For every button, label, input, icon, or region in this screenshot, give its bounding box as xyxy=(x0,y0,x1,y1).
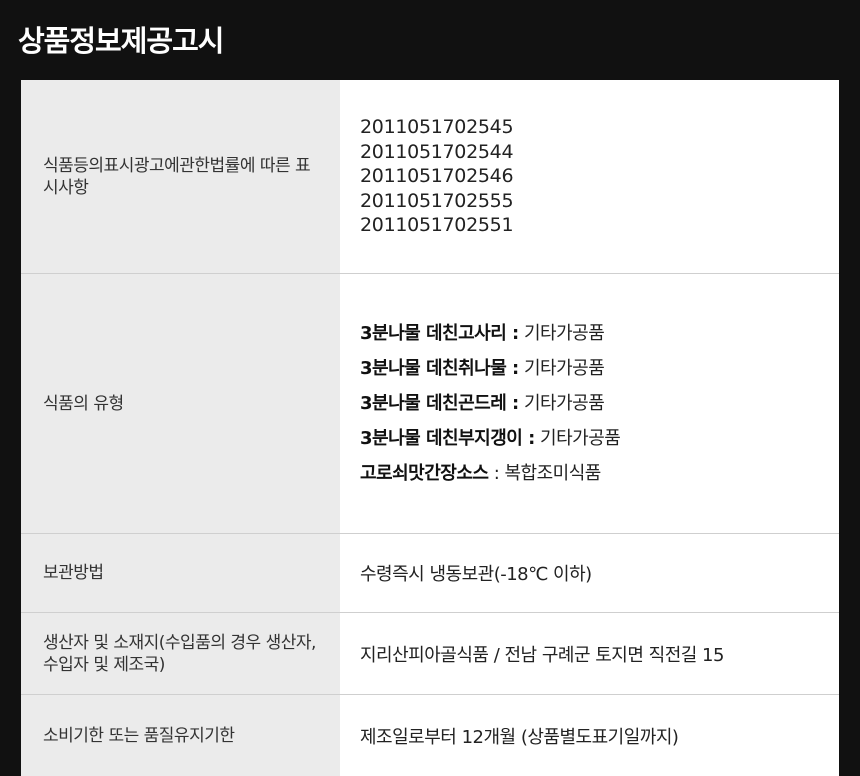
row-value-producer: 지리산피아골식품 / 전남 구례군 토지면 직전길 15 xyxy=(340,613,839,694)
row-value-labeling: 2011051702545 2011051702544 201105170254… xyxy=(340,80,839,273)
product-name: 3분나물 데친곤드레 : xyxy=(360,393,519,414)
table-row: 식품등의표시광고에관한법률에 따른 표시사항 2011051702545 201… xyxy=(21,80,839,274)
product-type: : 복합조미식품 xyxy=(488,463,602,484)
product-info-table: 식품등의표시광고에관한법률에 따른 표시사항 2011051702545 201… xyxy=(21,80,839,776)
report-code-list: 2011051702545 2011051702544 201105170254… xyxy=(360,115,514,238)
row-label-food-type: 식품의 유형 xyxy=(21,274,340,533)
row-value-food-type: 3분나물 데친고사리 : 기타가공품 3분나물 데친취나물 : 기타가공품 3분… xyxy=(340,274,839,533)
product-name: 3분나물 데친고사리 : xyxy=(360,323,519,344)
table-row: 식품의 유형 3분나물 데친고사리 : 기타가공품 3분나물 데친취나물 : 기… xyxy=(21,274,839,534)
food-type-item: 3분나물 데친부지갱이 : 기타가공품 xyxy=(360,421,621,456)
table-row: 보관방법 수령즉시 냉동보관(-18℃ 이하) xyxy=(21,534,839,613)
row-label-producer: 생산자 및 소재지(수입품의 경우 생산자, 수입자 및 제조국) xyxy=(21,613,340,694)
report-code: 2011051702544 xyxy=(360,140,514,163)
food-type-item: 3분나물 데친취나물 : 기타가공품 xyxy=(360,351,620,386)
row-value-expiry: 제조일로부터 12개월 (상품별도표기일까지) xyxy=(340,695,839,776)
food-type-item: 3분나물 데친고사리 : 기타가공품 xyxy=(360,316,620,351)
product-type: 기타가공품 xyxy=(518,393,605,414)
report-code: 2011051702551 xyxy=(360,214,514,237)
food-type-item: 고로쇠맛간장소스 : 복합조미식품 xyxy=(360,456,620,491)
food-type-list: 3분나물 데친고사리 : 기타가공품 3분나물 데친취나물 : 기타가공품 3분… xyxy=(360,316,621,491)
report-code: 2011051702555 xyxy=(360,189,514,212)
report-code: 2011051702546 xyxy=(360,165,514,188)
page-title: 상품정보제공고시 xyxy=(18,24,224,58)
row-label-storage: 보관방법 xyxy=(21,534,340,612)
report-code: 2011051702545 xyxy=(360,116,514,139)
row-label-expiry: 소비기한 또는 품질유지기한 xyxy=(21,695,340,776)
product-type: 기타가공품 xyxy=(518,323,605,344)
product-name: 고로쇠맛간장소스 xyxy=(360,463,489,484)
product-type: 기타가공품 xyxy=(518,358,605,379)
product-name: 3분나물 데친취나물 : xyxy=(360,358,519,379)
food-type-item: 3분나물 데친곤드레 : 기타가공품 xyxy=(360,386,620,421)
product-info-page: 상품정보제공고시 식품등의표시광고에관한법률에 따른 표시사항 20110517… xyxy=(0,0,860,776)
table-row: 생산자 및 소재지(수입품의 경우 생산자, 수입자 및 제조국) 지리산피아골… xyxy=(21,613,839,695)
row-label-labeling: 식품등의표시광고에관한법률에 따른 표시사항 xyxy=(21,80,340,273)
table-row: 소비기한 또는 품질유지기한 제조일로부터 12개월 (상품별도표기일까지) xyxy=(21,695,839,776)
row-value-storage: 수령즉시 냉동보관(-18℃ 이하) xyxy=(340,534,839,612)
product-name: 3분나물 데친부지갱이 : xyxy=(360,428,535,449)
product-type: 기타가공품 xyxy=(534,428,621,449)
